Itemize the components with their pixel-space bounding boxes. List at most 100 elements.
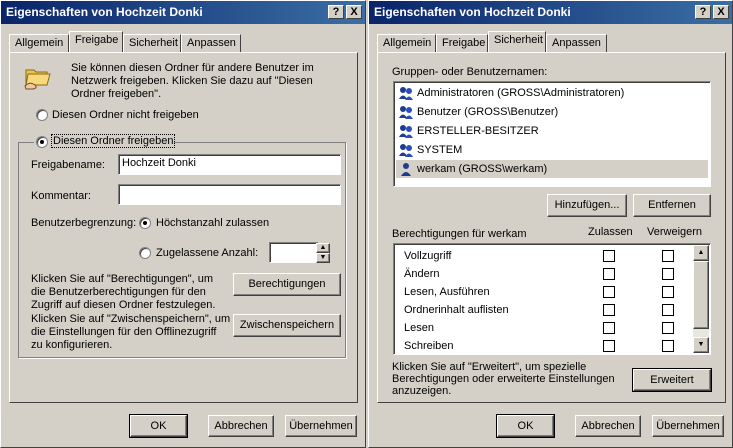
user-name: werkam (GROSS\werkam) <box>417 163 548 175</box>
remove-button-label: Entfernen <box>648 199 696 211</box>
add-button-label: Hinzufügen... <box>554 199 620 211</box>
left-help-button[interactable]: ? <box>328 5 344 19</box>
tab-freigabe[interactable]: Freigabe <box>436 34 488 53</box>
permission-row: Vollzugriff <box>394 247 692 265</box>
user-icon <box>401 163 411 177</box>
left-titlebar[interactable]: Eigenschaften von Hochzeit Donki ? X <box>1 1 365 24</box>
tab-anpassen[interactable]: Anpassen <box>546 34 607 53</box>
list-item[interactable]: Benutzer (GROSS\Benutzer) <box>398 103 558 121</box>
deny-checkbox[interactable] <box>662 322 674 334</box>
cache-button[interactable]: Zwischenspeichern <box>233 314 341 337</box>
user-name: Administratoren (GROSS\Administratoren) <box>417 87 625 99</box>
right-dialog: Eigenschaften von Hochzeit Donki ? X All… <box>368 0 733 448</box>
radio-max-users-label: Höchstanzahl zulassen <box>156 217 270 229</box>
share-name-label: Freigabename: <box>31 159 105 171</box>
permission-row: Lesen <box>394 319 692 337</box>
user-group-icon <box>399 106 413 120</box>
right-titlebar[interactable]: Eigenschaften von Hochzeit Donki ? X <box>369 1 732 24</box>
allow-checkbox[interactable] <box>603 322 615 334</box>
user-limit-label: Benutzerbegrenzung: <box>31 217 137 229</box>
shared-folder-icon <box>24 69 51 90</box>
deny-checkbox[interactable] <box>662 304 674 316</box>
left-title: Eigenschaften von Hochzeit Donki <box>6 5 203 19</box>
right-help-button[interactable]: ? <box>695 5 711 19</box>
permission-name: Lesen <box>404 322 434 334</box>
allow-checkbox[interactable] <box>603 250 615 262</box>
left-close-button[interactable]: X <box>346 5 362 19</box>
permission-name: Vollzugriff <box>404 250 452 262</box>
remove-button[interactable]: Entfernen <box>633 194 711 217</box>
right-close-button[interactable]: X <box>713 5 729 19</box>
user-group-icon <box>399 87 413 101</box>
right-ok-button[interactable]: OK <box>496 414 555 438</box>
allow-checkbox[interactable] <box>603 286 615 298</box>
left-dialog: Eigenschaften von Hochzeit Donki ? X All… <box>0 0 366 448</box>
advanced-text: Klicken Sie auf "Erweitert", um speziell… <box>392 361 615 397</box>
allowed-users-field[interactable] <box>269 242 319 263</box>
permissions-button-label: Berechtigungen <box>248 278 326 290</box>
radio-max-users[interactable] <box>139 217 151 229</box>
permission-row: Lesen, Ausführen <box>394 283 692 301</box>
permission-row: Schreiben <box>394 337 692 354</box>
radio-no-share[interactable] <box>36 109 48 121</box>
user-group-icon <box>399 125 413 139</box>
spin-down-button[interactable]: ▼ <box>316 253 330 263</box>
user-name: ERSTELLER-BESITZER <box>417 125 539 137</box>
left-apply-button[interactable]: Übernehmen <box>285 415 357 437</box>
tab-sicherheit[interactable]: Sicherheit <box>123 34 181 53</box>
tab-sicherheit[interactable]: Sicherheit <box>488 31 546 52</box>
share-description: Sie können diesen Ordner für andere Benu… <box>71 62 314 100</box>
scroll-thumb[interactable] <box>693 261 709 329</box>
allow-checkbox[interactable] <box>603 304 615 316</box>
right-cancel-button[interactable]: Abbrechen <box>575 415 641 437</box>
permission-name: Ordnerinhalt auflisten <box>404 304 509 316</box>
radio-share-label: Diesen Ordner freigeben <box>50 134 176 148</box>
right-title: Eigenschaften von Hochzeit Donki <box>374 5 571 19</box>
tab-anpassen[interactable]: Anpassen <box>181 34 241 53</box>
deny-checkbox[interactable] <box>662 340 674 352</box>
group-names-label: Gruppen- oder Benutzernamen: <box>392 66 548 78</box>
share-name-field[interactable]: Hochzeit Donki <box>118 154 341 175</box>
add-button[interactable]: Hinzufügen... <box>547 194 627 217</box>
deny-checkbox[interactable] <box>662 286 674 298</box>
allow-header: Zulassen <box>588 226 633 238</box>
spin-up-button[interactable]: ▲ <box>316 243 330 253</box>
left-ok-button[interactable]: OK <box>129 414 188 438</box>
advanced-button-label: Erweitert <box>650 374 694 386</box>
list-item-selected[interactable]: werkam (GROSS\werkam) <box>396 160 708 178</box>
deny-checkbox[interactable] <box>662 268 674 280</box>
right-apply-button[interactable]: Übernehmen <box>652 415 724 437</box>
user-list[interactable]: Administratoren (GROSS\Administratoren) … <box>393 81 711 187</box>
comment-label: Kommentar: <box>31 190 91 202</box>
cache-button-label: Zwischenspeichern <box>239 319 335 331</box>
list-item[interactable]: Administratoren (GROSS\Administratoren) <box>398 84 624 102</box>
radio-allowed-users[interactable] <box>139 247 151 259</box>
permissions-scrollbar[interactable]: ▲ ▼ <box>693 245 709 353</box>
deny-header: Verweigern <box>647 226 703 238</box>
user-name: SYSTEM <box>417 144 463 156</box>
allow-checkbox[interactable] <box>603 340 615 352</box>
tab-allgemein[interactable]: Allgemein <box>377 34 436 53</box>
advanced-button[interactable]: Erweitert <box>632 368 712 392</box>
radio-share[interactable] <box>36 136 48 148</box>
tab-allgemein[interactable]: Allgemein <box>9 34 69 53</box>
radio-no-share-label: Diesen Ordner nicht freigeben <box>52 109 199 121</box>
permission-name: Ändern <box>404 268 440 280</box>
permission-name: Schreiben <box>404 340 454 352</box>
permission-row: Ordnerinhalt auflisten <box>394 301 692 319</box>
permissions-button[interactable]: Berechtigungen <box>233 273 341 296</box>
scroll-up-arrow-icon[interactable]: ▲ <box>693 245 709 261</box>
permission-row: Ändern <box>394 265 692 283</box>
permissions-text: Klicken Sie auf "Berechtigungen", um die… <box>31 273 216 311</box>
left-cancel-button[interactable]: Abbrechen <box>208 415 274 437</box>
list-item[interactable]: SYSTEM <box>398 141 462 159</box>
tab-freigabe[interactable]: Freigabe <box>69 31 123 52</box>
radio-allowed-users-label: Zugelassene Anzahl: <box>156 247 259 259</box>
comment-field[interactable] <box>118 184 341 205</box>
list-item[interactable]: ERSTELLER-BESITZER <box>398 122 539 140</box>
scroll-down-arrow-icon[interactable]: ▼ <box>693 337 709 353</box>
deny-checkbox[interactable] <box>662 250 674 262</box>
user-group-icon <box>399 144 413 158</box>
permissions-list[interactable]: Vollzugriff Ändern Lesen, Ausführen Ordn… <box>393 243 711 355</box>
allow-checkbox[interactable] <box>603 268 615 280</box>
